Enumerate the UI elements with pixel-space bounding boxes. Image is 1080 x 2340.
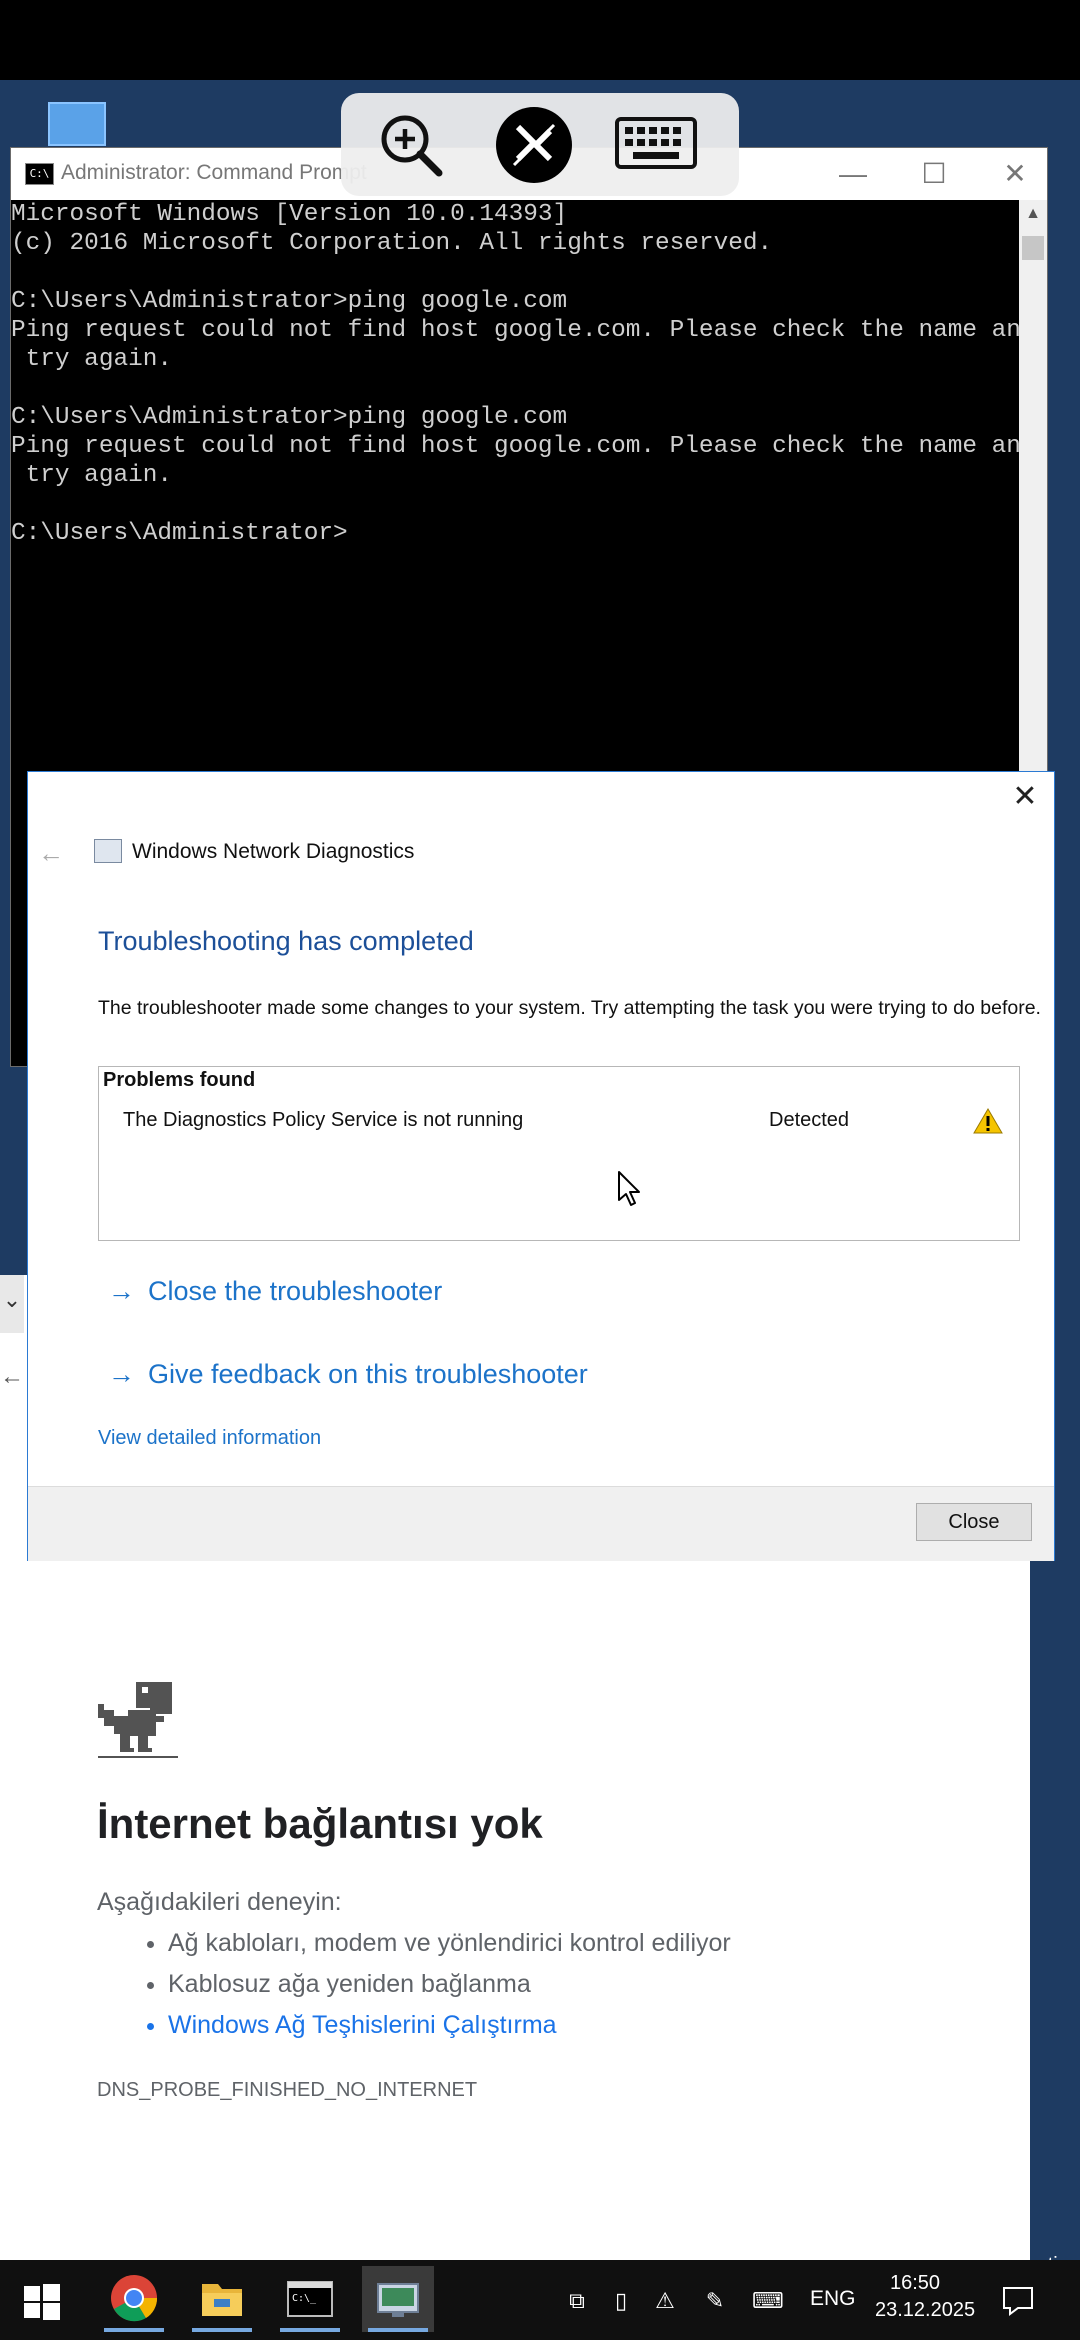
- pen-icon[interactable]: ✎: [700, 2286, 730, 2316]
- problem-name[interactable]: The Diagnostics Policy Service is not ru…: [123, 1109, 523, 1132]
- clock-time: 16:50: [889, 2272, 941, 2294]
- taskbar-chrome[interactable]: [98, 2266, 170, 2332]
- clock-date: 23.12.2025: [875, 2299, 976, 2321]
- give-feedback-link[interactable]: → Give feedback on this troubleshooter: [108, 1359, 588, 1390]
- list-item: Kablosuz ağa yeniden bağlanma: [168, 1964, 731, 2005]
- dialog-description: The troubleshooter made some changes to …: [98, 997, 1041, 1019]
- usb-device-icon[interactable]: ▯: [606, 2286, 636, 2316]
- zoom-in-icon[interactable]: [377, 111, 445, 179]
- network-warning-icon[interactable]: ⚠: [650, 2286, 680, 2316]
- windows-start-icon[interactable]: [24, 2284, 60, 2320]
- close-button[interactable]: ✕: [980, 154, 1050, 194]
- network-diagnostics-icon: [377, 2283, 419, 2317]
- cmd-app-icon: C:\: [25, 163, 54, 185]
- clock[interactable]: 16:50 23.12.2025: [875, 2270, 976, 2324]
- maximize-button[interactable]: ☐: [899, 154, 969, 194]
- dialog-app-title: Windows Network Diagnostics: [132, 840, 415, 863]
- notification-icon[interactable]: [1000, 2282, 1036, 2318]
- dino-icon: [98, 1682, 178, 1758]
- view-detailed-information-link[interactable]: View detailed information: [98, 1427, 321, 1450]
- error-suggestions: Ağ kabloları, modem ve yönlendirici kont…: [98, 1923, 731, 2046]
- arrow-right-icon: →: [108, 1276, 135, 1306]
- scroll-up-icon[interactable]: ▲: [1019, 200, 1047, 228]
- arrow-right-icon: →: [108, 1359, 135, 1389]
- error-try-text: Aşağıdakileri deneyin:: [97, 1888, 342, 1916]
- mouse-cursor-icon: [618, 1171, 640, 1206]
- error-code: DNS_PROBE_FINISHED_NO_INTERNET: [97, 2079, 478, 2101]
- svg-text:C:\_: C:\_: [292, 2293, 317, 2304]
- keyboard-icon[interactable]: [615, 117, 697, 169]
- close-troubleshooter-link[interactable]: → Close the troubleshooter: [108, 1276, 442, 1307]
- problems-header: Problems found: [103, 1069, 256, 1091]
- remote-desktop-icon[interactable]: [496, 107, 572, 183]
- remote-toolbar: [341, 93, 739, 196]
- network-diagnostics-dialog: ✕ ← Windows Network Diagnostics Troubles…: [27, 771, 1055, 1561]
- warning-icon: [973, 1108, 1003, 1134]
- command-prompt-icon: C:\_: [287, 2281, 333, 2317]
- back-arrow-icon[interactable]: ←: [38, 838, 64, 869]
- minimize-button[interactable]: —: [818, 154, 888, 194]
- run-diagnostics-link[interactable]: Windows Ağ Teşhislerini Çalıştırma: [168, 2005, 731, 2046]
- cmd-output: Microsoft Windows [Version 10.0.14393] (…: [11, 201, 1019, 547]
- dialog-heading: Troubleshooting has completed: [98, 926, 474, 956]
- taskbar-command-prompt[interactable]: C:\_: [274, 2266, 346, 2332]
- dialog-close-icon[interactable]: ✕: [1008, 780, 1042, 814]
- close-button[interactable]: Close: [916, 1503, 1032, 1541]
- scroll-thumb[interactable]: [1022, 236, 1044, 260]
- error-title: İnternet bağlantısı yok: [97, 1800, 543, 1847]
- problem-status: Detected: [769, 1109, 850, 1131]
- dialog-footer: Close: [28, 1486, 1054, 1561]
- diagnostics-app-icon: [94, 839, 122, 863]
- language-indicator[interactable]: ENG: [810, 2287, 856, 2311]
- task-view-icon[interactable]: ⧉: [562, 2286, 592, 2316]
- chrome-icon: [111, 2275, 158, 2322]
- folder-icon: [202, 2284, 242, 2316]
- taskbar-file-explorer[interactable]: [186, 2266, 258, 2332]
- taskbar: C:\_ ⧉ ▯ ⚠ ✎ ⌨ ENG 16:50 23.12.2025: [0, 2260, 1080, 2340]
- list-item: Ağ kabloları, modem ve yönlendirici kont…: [168, 1923, 731, 1964]
- desktop-icon[interactable]: [48, 102, 106, 146]
- browser-back-button[interactable]: ←: [0, 1363, 24, 1393]
- chevron-down-icon[interactable]: ⌄: [0, 1287, 24, 1317]
- cmd-title: Administrator: Command Prompt: [61, 161, 367, 184]
- problems-found-box: Problems found The Diagnostics Policy Se…: [98, 1066, 1020, 1241]
- activation-watermark: tion days 1743: [1030, 2250, 1080, 2260]
- taskbar-network-diagnostics[interactable]: [362, 2266, 434, 2332]
- touch-keyboard-icon[interactable]: ⌨: [752, 2286, 784, 2316]
